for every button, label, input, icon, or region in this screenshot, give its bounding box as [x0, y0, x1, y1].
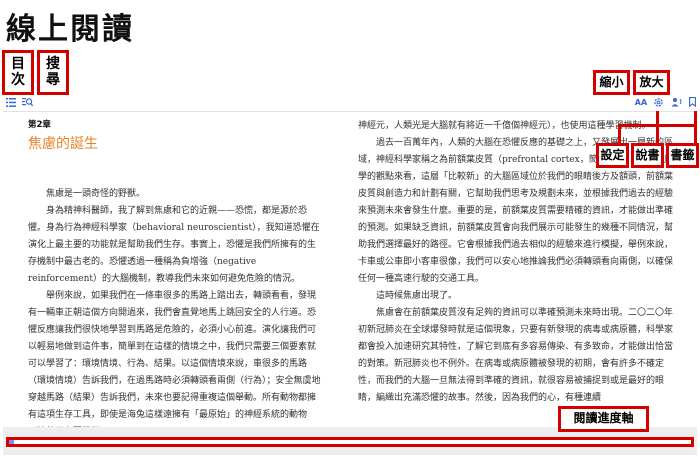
connector	[618, 124, 621, 144]
connector	[656, 124, 659, 144]
annotation-toc: 目次	[2, 50, 34, 95]
annotation-zoom-in: 放大	[633, 70, 670, 95]
annotation-progress: 閱讀進度軸	[558, 406, 649, 432]
paragraph: 身為精神科醫師，我了解到焦慮和它的近親——恐慌，都是源於恐懼。身為行為神經科學家…	[28, 206, 320, 284]
search-icon[interactable]	[20, 93, 34, 111]
paragraph: 焦慮是一頭奇怪的野獸。	[46, 189, 146, 199]
bookmark-icon[interactable]	[687, 93, 697, 111]
connector	[694, 111, 697, 144]
annotation-read-aloud: 說書	[631, 143, 664, 168]
paragraph: 這時候焦慮出現了。	[376, 291, 458, 301]
font-size-icon[interactable]: AA	[633, 93, 649, 111]
annotation-bookmark: 書籤	[666, 143, 699, 168]
page-title: 線上閱讀	[6, 12, 134, 47]
read-aloud-icon[interactable]	[670, 93, 684, 111]
chapter-label: 第2章	[28, 120, 51, 130]
settings-icon[interactable]	[651, 93, 665, 111]
left-column: 第2章 焦慮的誕生 焦慮是一頭奇怪的野獸。 身為精神科醫師，我了解到焦慮和它的近…	[28, 118, 323, 427]
progress-fill	[9, 440, 15, 444]
annotation-zoom-out: 縮小	[593, 70, 630, 95]
annotation-settings: 設定	[596, 143, 629, 168]
progress-bar[interactable]	[6, 437, 694, 447]
list-icon[interactable]	[5, 93, 17, 111]
reader-toolbar: AA	[3, 93, 697, 112]
annotation-search: 搜尋	[37, 50, 69, 95]
paragraph: 焦慮會在前額葉皮質沒有足夠的資訊可以準確預測未來時出現。二〇二〇年初新冠肺炎在全…	[358, 308, 674, 403]
chapter-title: 焦慮的誕生	[28, 136, 98, 152]
paragraph: 舉例來說，如果我們在一條車很多的馬路上踏出去，轉頭看看，發現有一輛車正朝這個方向…	[28, 291, 321, 420]
connector	[656, 111, 659, 125]
reading-area[interactable]: 第2章 焦慮的誕生 焦慮是一頭奇怪的野獸。 身為精神科醫師，我了解到焦慮和它的近…	[3, 112, 697, 427]
